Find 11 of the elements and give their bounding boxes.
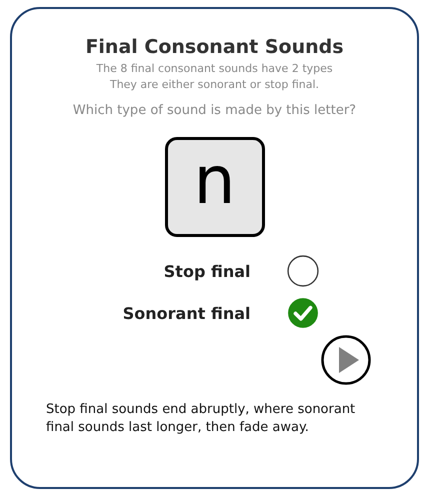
title: Final Consonant Sounds: [85, 36, 344, 58]
radio-button[interactable]: [286, 255, 318, 287]
check-icon[interactable]: [286, 297, 318, 329]
explanation: Stop final sounds end abruptly, where sonorant final sounds last longer, then fade away.: [45, 401, 356, 437]
option-label: Stop final: [162, 262, 250, 280]
question: Which type of sound is made by this letter?: [72, 103, 356, 118]
play-button[interactable]: [321, 335, 371, 385]
subtitle: The 8 final consonant sounds have 2 types: [96, 61, 333, 77]
option-label: Sonorant final: [122, 304, 250, 322]
subtitle: They are either sonorant or stop final.: [110, 77, 320, 93]
letter-card: n: [164, 137, 264, 237]
